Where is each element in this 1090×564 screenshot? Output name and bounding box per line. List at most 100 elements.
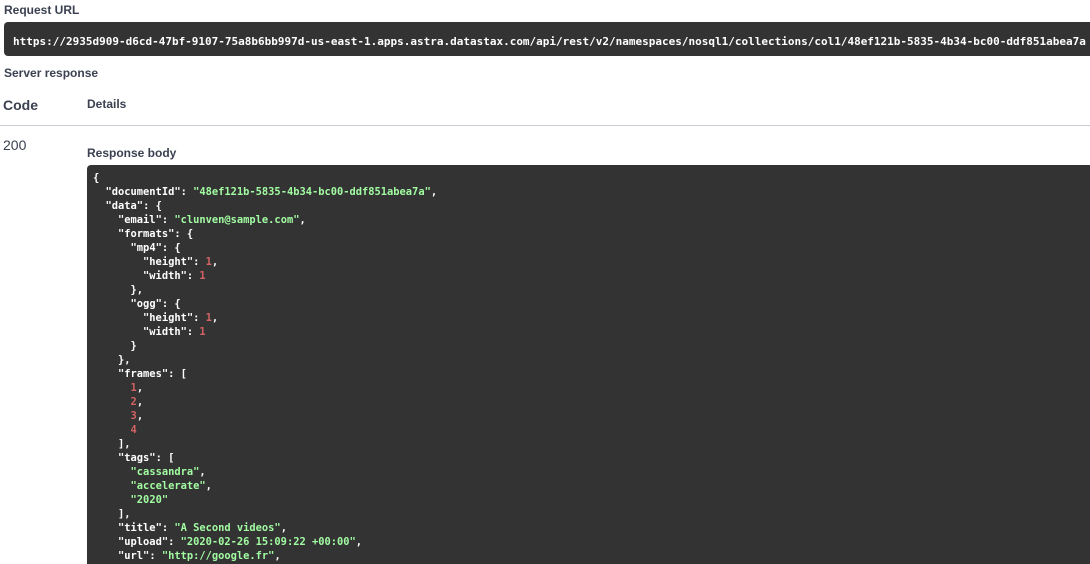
json-string: "48ef121b-5835-4b34-bc00-ddf851abea7a" — [193, 186, 431, 198]
json-key: "data" — [105, 200, 144, 212]
json-punct — [93, 242, 131, 254]
json-key: "ogg" — [130, 298, 162, 310]
json-line: "width": 1 — [93, 270, 206, 282]
table-header-divider — [0, 125, 1090, 126]
json-punct: : [ — [155, 452, 175, 464]
response-body-json[interactable]: { "documentId": "48ef121b-5835-4b34-bc00… — [87, 165, 1090, 563]
json-key: "formats" — [118, 228, 175, 240]
json-punct — [93, 424, 131, 436]
json-line: ], — [93, 438, 131, 450]
json-punct — [93, 522, 118, 534]
json-line: "title": "A Second videos", — [93, 522, 287, 534]
json-line: 1, — [93, 382, 144, 394]
json-number: 1 — [199, 270, 206, 282]
json-line: "frames": [ — [93, 368, 187, 380]
json-punct: { — [93, 172, 100, 184]
response-body-label: Response body — [87, 146, 177, 160]
json-key: "tags" — [118, 452, 156, 464]
json-punct — [93, 382, 131, 394]
json-punct: , — [205, 480, 212, 492]
json-line: } — [93, 340, 137, 352]
json-punct: , — [299, 214, 306, 226]
json-line: "formats": { — [93, 228, 193, 240]
json-punct: , — [211, 256, 219, 268]
json-line: 3, — [93, 410, 144, 422]
json-punct — [93, 228, 118, 240]
json-punct: : — [186, 326, 200, 338]
request-url-text[interactable]: https://2935d909-d6cd-47bf-9107-75a8b6bb… — [13, 35, 1086, 48]
json-punct: : — [149, 550, 162, 562]
json-punct: ], — [93, 438, 131, 450]
json-line: "documentId": "48ef121b-5835-4b34-bc00-d… — [93, 186, 438, 198]
json-line: 2, — [93, 396, 144, 408]
json-line: }, — [93, 354, 131, 366]
json-punct: : — [180, 186, 194, 198]
json-line: "height": 1, — [93, 312, 218, 324]
json-punct — [93, 368, 118, 380]
server-response-label: Server response — [4, 66, 99, 80]
json-key: "height" — [143, 256, 194, 268]
json-string: "cassandra" — [130, 466, 200, 478]
json-line: "ogg": { — [93, 298, 181, 310]
json-number: 1 — [199, 326, 206, 338]
json-key: "width" — [143, 270, 187, 282]
json-punct — [93, 536, 118, 548]
json-punct: }, — [93, 284, 144, 296]
json-punct: : { — [174, 228, 194, 240]
json-punct — [93, 396, 131, 408]
json-punct: : — [193, 256, 206, 268]
json-string: "clunven@sample.com" — [174, 214, 300, 226]
json-punct: : — [186, 270, 200, 282]
json-punct — [93, 186, 106, 198]
request-url-box[interactable]: https://2935d909-d6cd-47bf-9107-75a8b6bb… — [4, 22, 1090, 56]
json-punct: ], — [93, 508, 131, 520]
json-key: "email" — [118, 214, 162, 226]
json-line: "url": "http://google.fr", — [93, 550, 281, 562]
json-punct — [93, 256, 143, 268]
json-line: "width": 1 — [93, 326, 206, 338]
json-punct: : [ — [168, 368, 187, 380]
json-key: "mp4" — [130, 242, 162, 254]
json-punct — [93, 200, 106, 212]
json-punct: : { — [161, 242, 181, 254]
response-body-code-block[interactable]: { "documentId": "48ef121b-5835-4b34-bc00… — [87, 165, 1090, 564]
json-line: "mp4": { — [93, 242, 181, 254]
json-string: "2020" — [130, 494, 169, 506]
json-line: { — [93, 172, 99, 184]
json-punct: , — [136, 410, 144, 422]
json-line: "email": "clunven@sample.com", — [93, 214, 306, 226]
request-url-label: Request URL — [4, 3, 80, 17]
json-line: "2020" — [93, 494, 169, 506]
json-punct: , — [136, 382, 144, 394]
json-punct — [93, 214, 118, 226]
json-punct — [93, 550, 118, 562]
json-punct: , — [355, 536, 363, 548]
response-status-code: 200 — [3, 137, 27, 153]
json-string: "A Second videos" — [174, 522, 281, 534]
json-line: "accelerate", — [93, 480, 212, 492]
json-punct: , — [211, 312, 219, 324]
json-punct — [93, 326, 143, 338]
json-line: 4 — [93, 424, 137, 436]
json-string: "accelerate" — [130, 480, 206, 492]
json-punct — [93, 480, 131, 492]
code-column-header: Code — [3, 97, 38, 113]
json-line: "data": { — [93, 200, 162, 212]
json-punct: } — [93, 340, 137, 352]
json-line: "height": 1, — [93, 256, 218, 268]
json-punct — [93, 494, 131, 506]
json-punct: : — [168, 536, 181, 548]
json-line: "cassandra", — [93, 466, 206, 478]
json-key: "upload" — [118, 536, 169, 548]
json-punct: : { — [143, 200, 162, 212]
json-punct: , — [199, 466, 206, 478]
json-punct — [93, 312, 143, 324]
json-punct — [93, 410, 131, 422]
json-punct: : { — [161, 298, 181, 310]
json-number: 4 — [130, 424, 137, 436]
json-key: "frames" — [118, 368, 169, 380]
json-line: "upload": "2020-02-26 15:09:22 +00:00", — [93, 536, 362, 548]
json-key: "height" — [143, 312, 194, 324]
json-key: "url" — [118, 550, 150, 562]
json-punct — [93, 298, 131, 310]
